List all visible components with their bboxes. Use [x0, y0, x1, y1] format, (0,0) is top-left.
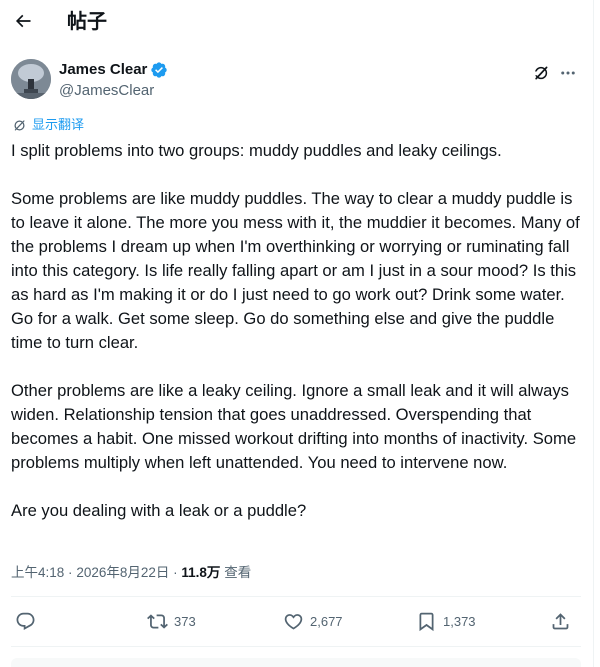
retweet-icon — [147, 614, 168, 629]
tweet-text: I split problems into two groups: muddy … — [11, 139, 583, 523]
divider — [11, 596, 581, 597]
more-options-button[interactable] — [557, 62, 579, 84]
like-button[interactable]: 2,677 — [283, 611, 343, 632]
tweet-author: James Clear @JamesClear — [11, 58, 581, 102]
author-handle[interactable]: @JamesClear — [59, 81, 154, 101]
views-count: 11.8万 — [181, 565, 221, 580]
back-button[interactable] — [8, 6, 38, 36]
retweet-button[interactable]: 373 — [147, 611, 196, 632]
avatar[interactable] — [11, 59, 51, 99]
share-button[interactable] — [550, 611, 571, 632]
reply-composer-edge — [11, 658, 581, 667]
tweet-detail-page: 帖子 James Clear @JamesClear 显示翻译 I split … — [0, 0, 600, 667]
share-icon — [552, 613, 569, 630]
meta-separator: · — [173, 565, 178, 580]
arrow-left-icon — [15, 14, 31, 28]
more-dots-icon — [561, 71, 575, 75]
show-translation-link[interactable]: 显示翻译 — [12, 116, 84, 134]
verified-badge-icon — [151, 62, 168, 78]
heart-icon — [284, 614, 303, 630]
bookmark-count: 1,373 — [443, 613, 476, 629]
reply-button[interactable] — [15, 611, 42, 632]
tweet-paragraph: I split problems into two groups: muddy … — [11, 141, 502, 160]
tweet-paragraph: Other problems are like a leaky ceiling.… — [11, 381, 577, 472]
avatar-image — [11, 59, 51, 99]
tweet-actions: 373 2,677 1,373 — [0, 603, 590, 643]
tweet-date[interactable]: 2026年8月22日 — [76, 565, 169, 580]
divider — [11, 646, 581, 647]
author-name[interactable]: James Clear — [59, 60, 168, 80]
bookmark-button[interactable]: 1,373 — [416, 611, 476, 632]
show-translation-label: 显示翻译 — [32, 117, 85, 132]
column-border — [593, 0, 594, 667]
retweet-count: 373 — [174, 613, 196, 629]
grok-icon — [534, 66, 548, 80]
tweet-paragraph: Some problems are like muddy puddles. Th… — [11, 189, 580, 352]
like-count: 2,677 — [310, 613, 343, 629]
author-name-text: James Clear — [59, 61, 148, 78]
grok-translate-icon — [14, 119, 25, 130]
views-label: 查看 — [224, 565, 252, 580]
tweet-paragraph: Are you dealing with a leak or a puddle? — [11, 501, 307, 520]
grok-button[interactable] — [530, 62, 552, 84]
reply-icon — [16, 612, 35, 630]
tweet-meta: 上午4:18 · 2026年8月22日 · 11.8万 查看 — [11, 563, 251, 583]
meta-separator: · — [68, 565, 73, 580]
page-title: 帖子 — [67, 11, 107, 33]
bookmark-icon — [419, 612, 434, 632]
page-header: 帖子 — [0, 0, 590, 44]
tweet-time[interactable]: 上午4:18 — [11, 565, 64, 580]
